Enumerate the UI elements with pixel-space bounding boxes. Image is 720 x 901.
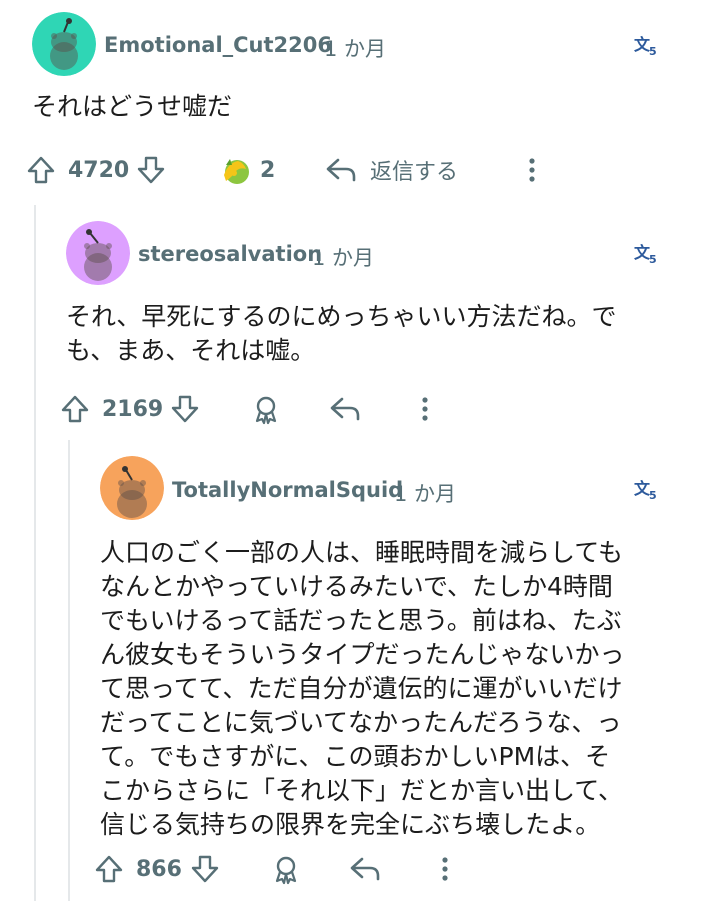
more-options-icon[interactable] xyxy=(526,155,538,185)
comment-text: それ、早死にするのにめっちゃいい方法だね。で も、まあ、それは嘘。 xyxy=(66,300,696,368)
comment-text: それはどうせ嘘だ xyxy=(32,92,233,121)
upvote-icon[interactable] xyxy=(60,394,90,424)
action-bar: 866 xyxy=(90,849,650,889)
downvote-icon[interactable] xyxy=(170,394,200,424)
upvote-icon[interactable] xyxy=(26,155,56,185)
comment-line: 信じる気持ちの限界を完全にぶち壊したよ。 xyxy=(100,810,601,839)
vote-count: 866 xyxy=(136,856,182,882)
svg-text:5: 5 xyxy=(649,45,657,56)
comment-line: それ、早死にするのにめっちゃいい方法だね。で xyxy=(66,302,617,331)
vote-count: 2169 xyxy=(102,396,164,422)
svg-text:5: 5 xyxy=(649,253,657,264)
vote-count: 4720 xyxy=(68,157,130,183)
comment-line: こからさらに「それ以下」だとか言い出して、 xyxy=(100,776,624,805)
award-icon[interactable] xyxy=(218,153,252,187)
username[interactable]: TotallyNormalSquid xyxy=(172,478,403,502)
timestamp: 1 か月 xyxy=(324,37,387,61)
username[interactable]: stereosalvation xyxy=(138,242,322,266)
comment-line: も、まあ、それは嘘。 xyxy=(66,336,316,365)
translate-icon[interactable]: 文5 xyxy=(634,242,660,264)
timestamp: 1 か月 xyxy=(312,246,375,270)
reply-icon[interactable] xyxy=(348,854,382,884)
comment-line: て。でもさすがに、この頭おかしいPMは、そ xyxy=(100,742,611,771)
comment-line: 人口のごく一部の人は、睡眠時間を減らしても xyxy=(100,538,624,567)
avatar[interactable] xyxy=(32,12,96,76)
timestamp: 1 か月 xyxy=(394,482,457,506)
reply-button[interactable]: 返信する xyxy=(370,154,458,186)
translate-icon[interactable]: 文5 xyxy=(634,478,660,500)
comment-line: ん彼女もそういうタイプだったんじゃないかっ xyxy=(100,640,625,669)
thread-line-2 xyxy=(68,440,70,901)
downvote-icon[interactable] xyxy=(190,854,220,884)
comment-text: 人口のごく一部の人は、睡眠時間を減らしても なんとかやっていけるみたいで、たしか… xyxy=(100,536,700,842)
award-count: 2 xyxy=(260,157,276,183)
award-icon[interactable] xyxy=(270,853,302,885)
comment-line: なんとかやっていけるみたいで、たしか4時間 xyxy=(100,572,613,601)
svg-text:5: 5 xyxy=(649,489,657,500)
more-options-icon[interactable] xyxy=(439,854,451,884)
reply-icon[interactable] xyxy=(328,394,362,424)
downvote-icon[interactable] xyxy=(136,155,166,185)
comment-line: だってことに気づいてなかったんだろうな、っ xyxy=(100,708,622,737)
thread-line-1 xyxy=(34,205,36,901)
comment-line: て思ってて、ただ自分が遺伝的に運がいいだけ xyxy=(100,674,623,703)
translate-icon[interactable]: 文5 xyxy=(634,34,660,56)
action-bar: 4720 2 返信する xyxy=(22,150,702,190)
reply-icon[interactable] xyxy=(324,155,358,185)
action-bar: 2169 xyxy=(56,389,656,429)
more-options-icon[interactable] xyxy=(419,394,431,424)
award-icon[interactable] xyxy=(250,393,282,425)
avatar[interactable] xyxy=(100,456,164,520)
upvote-icon[interactable] xyxy=(94,854,124,884)
avatar[interactable] xyxy=(66,221,130,285)
username[interactable]: Emotional_Cut2206 xyxy=(104,33,332,57)
comment-line: でもいけるって話だったと思う。前はね、たぶ xyxy=(100,606,622,635)
